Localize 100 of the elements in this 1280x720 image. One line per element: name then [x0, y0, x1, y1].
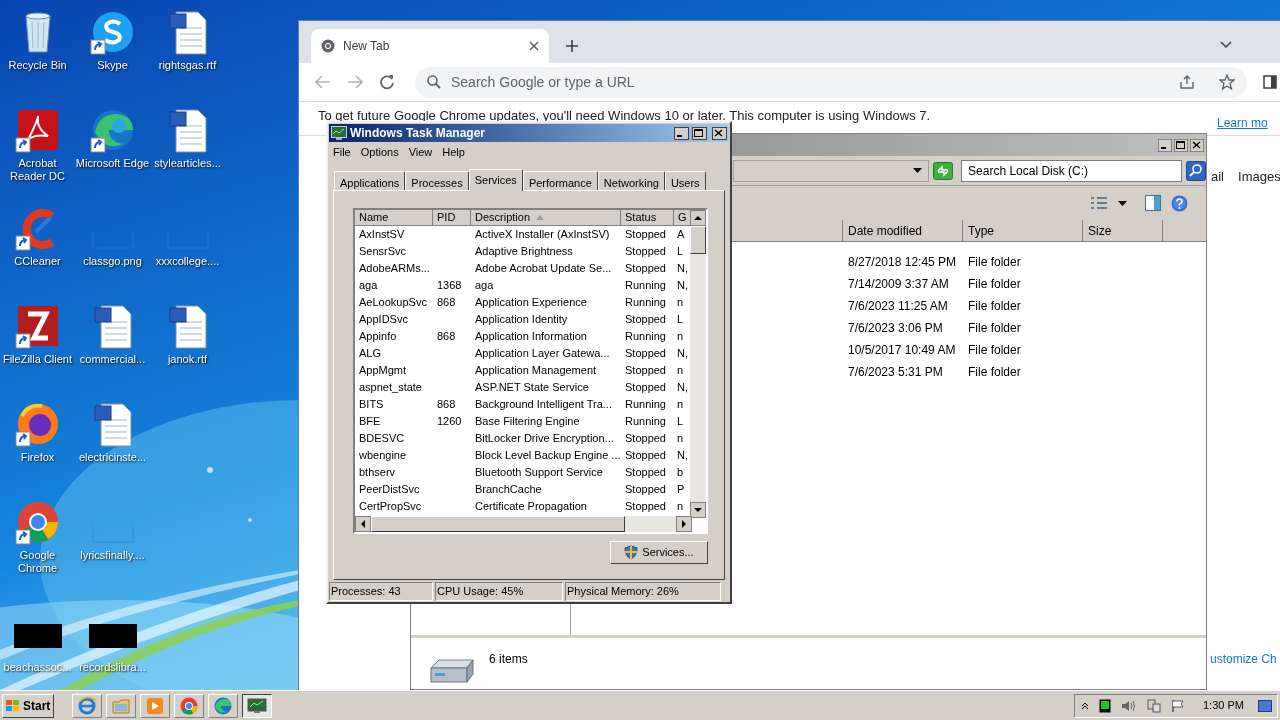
learn-more-link[interactable]: Learn mo: [1217, 114, 1268, 132]
table-cell-text: BitLocker Drive Encryption...: [474, 431, 615, 447]
star-icon[interactable]: [1219, 74, 1235, 90]
menu-item[interactable]: View: [403, 143, 438, 161]
icon-label[interactable]: classgo.png: [83, 255, 142, 268]
icon-label[interactable]: commercial...: [79, 353, 146, 366]
dropdown-arrow-icon[interactable]: [1118, 200, 1127, 206]
scroll-thumb[interactable]: [690, 226, 706, 254]
network-icon[interactable]: [1147, 698, 1161, 713]
share-icon[interactable]: [1179, 74, 1195, 90]
icon-label[interactable]: Skype: [97, 59, 128, 72]
scroll-up-icon[interactable]: [690, 210, 706, 226]
close-icon[interactable]: [712, 126, 727, 140]
icon-label[interactable]: rightsgas.rtf: [158, 59, 217, 72]
images-link[interactable]: Images: [1238, 167, 1280, 187]
table-cell-text: Application Information: [474, 329, 588, 345]
date-cell-text: 7/6/2023 11:25 AM: [848, 298, 949, 315]
icon-label[interactable]: Microsoft Edge: [75, 157, 150, 170]
show-desktop-icon[interactable]: [1257, 699, 1272, 712]
column-header[interactable]: Description: [471, 210, 621, 226]
type-cell-text: File folder: [968, 320, 1022, 337]
horizontal-scrollbar[interactable]: [355, 516, 692, 532]
scroll-right-icon[interactable]: [676, 516, 692, 532]
column-header[interactable]: Size: [1083, 220, 1163, 241]
tab[interactable]: Performance: [522, 171, 598, 190]
address-bar[interactable]: Search Google or type a URL: [415, 66, 1247, 98]
tab[interactable]: Services: [468, 169, 523, 191]
icon-label[interactable]: Google Chrome: [17, 549, 58, 575]
services-button[interactable]: Services...: [610, 541, 708, 564]
search-icon: [427, 75, 441, 89]
status-text: Processes: 43: [329, 582, 433, 601]
menu-item[interactable]: File: [328, 143, 356, 161]
chevron-down-icon[interactable]: [1220, 41, 1232, 49]
browser-tab[interactable]: New Tab: [311, 29, 549, 63]
reload-icon[interactable]: [379, 74, 395, 90]
scroll-left-icon[interactable]: [355, 516, 371, 532]
maximize-icon[interactable]: [1174, 138, 1188, 152]
icon-label[interactable]: Recycle Bin: [8, 59, 67, 72]
preview-pane-icon[interactable]: [1145, 195, 1161, 211]
table-cell-text: n: [676, 329, 685, 345]
table-cell-text: Running: [624, 397, 667, 413]
table-cell-text: L: [676, 312, 685, 328]
table-cell-text: Stopped: [624, 363, 667, 379]
table-cell-text: N,: [676, 448, 689, 464]
icon-label[interactable]: CCleaner: [14, 255, 61, 268]
speaker-icon[interactable]: [1121, 698, 1137, 713]
status-icon[interactable]: [1099, 698, 1111, 713]
icon-label[interactable]: Acrobat Reader DC: [10, 157, 65, 183]
table-cell-text: wbengine: [358, 448, 408, 464]
table-cell-text: Stopped: [624, 227, 667, 243]
table-cell-text: BranchCache: [474, 482, 543, 498]
icon-label[interactable]: janok.rtf: [167, 353, 208, 366]
vertical-scrollbar[interactable]: [690, 210, 706, 518]
table-cell-text: bthserv: [358, 465, 397, 481]
refresh-icon[interactable]: [933, 161, 954, 180]
dropdown-arrow-icon: [913, 168, 923, 173]
tab[interactable]: Processes: [405, 171, 469, 190]
table-cell-text: Base Filtering Engine: [474, 414, 581, 430]
minimize-icon[interactable]: [1158, 138, 1172, 152]
minimize-icon[interactable]: [674, 126, 689, 140]
menu-item[interactable]: Help: [437, 143, 470, 161]
menu-item[interactable]: Options: [355, 143, 404, 161]
tab[interactable]: Applications: [334, 171, 406, 190]
icon-label[interactable]: FileZilla Client: [2, 353, 73, 366]
tab[interactable]: Networking: [597, 171, 665, 190]
start-button[interactable]: Start: [2, 693, 54, 718]
table-cell-text: Running: [624, 414, 667, 430]
chrome-icon: [321, 39, 335, 53]
taskbar-button[interactable]: [242, 693, 272, 718]
monitor-icon: [331, 126, 347, 140]
column-header[interactable]: PID: [433, 210, 471, 226]
gmail-link[interactable]: ail: [1211, 167, 1224, 187]
maximize-icon[interactable]: [692, 126, 707, 140]
icon-label[interactable]: xxxcollege....: [155, 255, 220, 268]
search-field[interactable]: Search Local Disk (C:): [961, 159, 1182, 182]
close-icon[interactable]: [529, 41, 539, 51]
side-panel-icon[interactable]: [1263, 75, 1277, 89]
table-cell-text: Running: [624, 329, 667, 345]
customize-link[interactable]: ustomize Ch: [1210, 650, 1277, 668]
table-cell-text: N,: [676, 380, 689, 396]
flag-icon[interactable]: [1171, 698, 1185, 713]
icon-label[interactable]: stylearticles...: [154, 157, 221, 170]
scroll-down-icon[interactable]: [690, 502, 706, 518]
chevron-up-icon[interactable]: [1081, 701, 1089, 710]
table-cell-text: n: [676, 431, 685, 447]
column-header[interactable]: Date modified: [843, 220, 963, 241]
column-header[interactable]: Type: [963, 220, 1083, 241]
tab[interactable]: Users: [664, 171, 706, 190]
column-header[interactable]: Name: [355, 210, 433, 226]
scroll-thumb[interactable]: [371, 516, 625, 532]
column-header[interactable]: Status: [621, 210, 674, 226]
table-cell-text: Stopped: [624, 312, 667, 328]
table-cell-text: Stopped: [624, 244, 667, 260]
help-icon[interactable]: [1171, 194, 1188, 212]
icon-label[interactable]: Firefox: [20, 451, 55, 464]
view-options-icon[interactable]: [1090, 196, 1108, 210]
search-icon[interactable]: [1186, 160, 1206, 181]
media-player-icon: [145, 695, 165, 716]
close-icon[interactable]: [1190, 138, 1204, 152]
new-tab-icon[interactable]: [565, 39, 579, 53]
